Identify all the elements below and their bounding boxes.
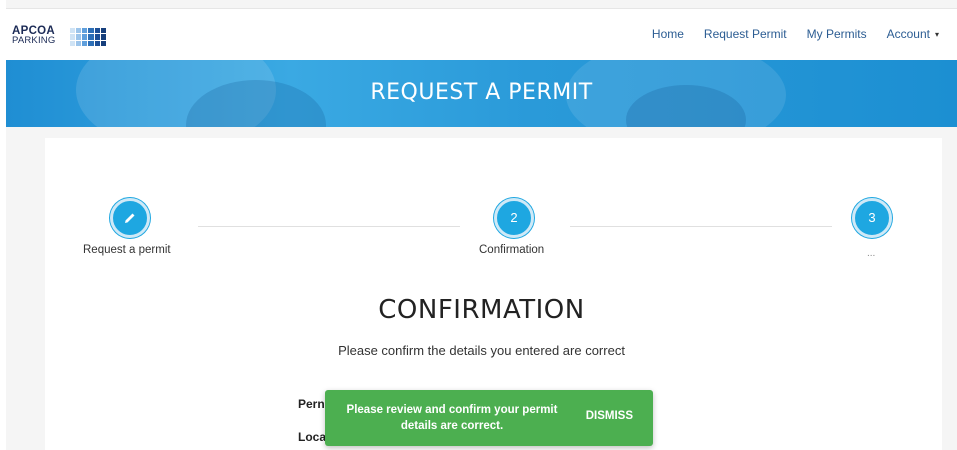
nav-account-dropdown[interactable]: Account ▾ <box>887 27 939 41</box>
nav-request-permit[interactable]: Request Permit <box>704 27 787 41</box>
toast-message: Please review and confirm your permit de… <box>346 404 558 432</box>
step-1-circle[interactable] <box>110 198 150 238</box>
top-navbar: APCOA PARKING Home Request Permit My Per… <box>6 8 957 60</box>
nav-account-label: Account <box>886 27 930 41</box>
step-3-circle[interactable]: 3 <box>852 198 892 238</box>
logo-parking-text: PARKING <box>12 35 56 46</box>
nav-my-permits[interactable]: My Permits <box>807 27 867 41</box>
step-3-label: ... <box>867 248 876 259</box>
confirmation-subtitle: Please confirm the details you entered a… <box>338 343 625 358</box>
logo-blocks-icon <box>70 28 106 46</box>
toast-notification: Please review and confirm your permit de… <box>325 390 653 446</box>
nav-links: Home Request Permit My Permits Account ▾ <box>652 27 939 41</box>
caret-down-icon: ▾ <box>934 30 939 39</box>
pencil-icon <box>125 213 135 223</box>
step-2-label: Confirmation <box>479 244 545 256</box>
step-connector <box>570 226 832 227</box>
step-1-label: Request a permit <box>83 244 171 256</box>
banner-title: REQUEST A PERMIT <box>370 80 593 105</box>
confirmation-heading: CONFIRMATION <box>378 295 585 325</box>
nav-home[interactable]: Home <box>652 27 684 41</box>
detail-label-permit: Pern <box>298 397 325 411</box>
hero-banner: REQUEST A PERMIT <box>6 60 957 127</box>
step-connector <box>198 226 460 227</box>
toast-dismiss-button[interactable]: DISMISS <box>586 410 633 422</box>
detail-label-location: Loca <box>298 430 327 444</box>
step-2-circle[interactable]: 2 <box>494 198 534 238</box>
